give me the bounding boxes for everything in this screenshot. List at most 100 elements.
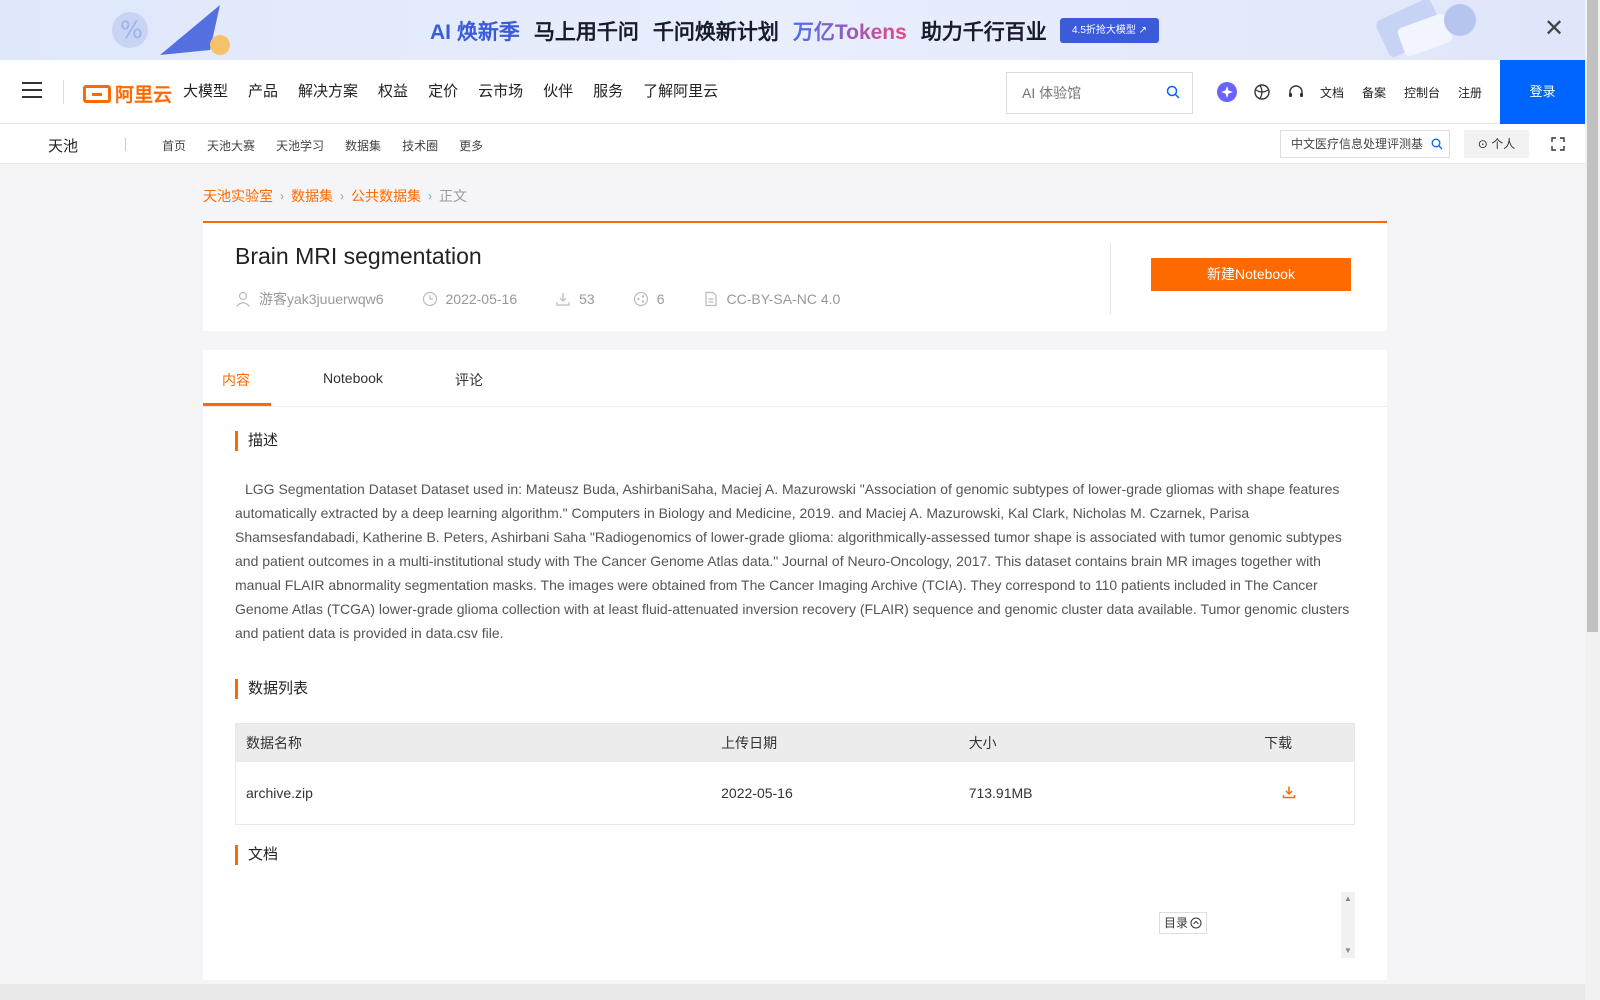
- nav-item-solutions[interactable]: 解决方案: [298, 82, 358, 102]
- active-tab-indicator: [203, 403, 271, 406]
- meta-shares: 6: [633, 291, 665, 307]
- login-button[interactable]: 登录: [1500, 60, 1585, 124]
- chevron-up-circle-icon: [1190, 917, 1202, 929]
- page-scrollbar-thumb[interactable]: [1587, 0, 1598, 632]
- toc-button[interactable]: 目录: [1159, 912, 1208, 934]
- search-icon[interactable]: [1166, 85, 1180, 99]
- tab-notebook[interactable]: Notebook: [323, 370, 383, 386]
- main-nav-items: 大模型 产品 解决方案 权益 定价 云市场 伙伴 服务 了解阿里云: [183, 82, 738, 102]
- new-notebook-button[interactable]: 新建Notebook: [1151, 258, 1351, 291]
- license-text: CC-BY-SA-NC 4.0: [726, 291, 841, 307]
- subnav-divider: [125, 138, 126, 151]
- fullscreen-icon[interactable]: [1551, 137, 1565, 151]
- scroll-down-arrow-icon[interactable]: ▼: [1344, 946, 1352, 955]
- headset-icon[interactable]: [1286, 82, 1306, 102]
- subnav-item-tech-circle[interactable]: 技术圈: [402, 137, 438, 154]
- upload-date: 2022-05-16: [445, 291, 518, 307]
- nav-item-services[interactable]: 服务: [593, 82, 623, 102]
- promo-ai-label: AI 焕新季: [430, 21, 520, 44]
- header-divider: [1110, 243, 1111, 315]
- content-tabs: 内容 Notebook 评论: [203, 350, 1387, 407]
- author-name: 游客yak3juuerwqw6: [259, 291, 384, 307]
- promo-cta-button[interactable]: 4.5折抢大模型 ↗: [1060, 18, 1160, 43]
- tab-comments[interactable]: 评论: [455, 370, 483, 390]
- globe-icon[interactable]: [1252, 82, 1272, 102]
- file-date: 2022-05-16: [721, 785, 793, 801]
- tab-content[interactable]: 内容: [222, 370, 250, 390]
- promo-part3: 万亿Tokens: [793, 16, 907, 46]
- nav-link-filing[interactable]: 备案: [1362, 84, 1386, 101]
- user-icon: [236, 291, 250, 307]
- logo-text: 阿里云: [115, 85, 173, 106]
- ai-assistant-icon[interactable]: [1217, 82, 1237, 102]
- nav-item-marketplace[interactable]: 云市场: [478, 82, 523, 102]
- doc-scrollbar[interactable]: ▲ ▼: [1341, 892, 1355, 958]
- subnav-item-datasets[interactable]: 数据集: [345, 137, 381, 154]
- nav-item-about[interactable]: 了解阿里云: [643, 82, 718, 102]
- menu-icon[interactable]: [22, 82, 42, 100]
- col-header-download: 下载: [1264, 735, 1293, 751]
- chevron-right-icon: ›: [428, 189, 432, 203]
- dataset-meta: 游客yak3juuerwqw6 2022-05-16 53 6 CC-BY-SA…: [235, 289, 878, 309]
- dataset-header: Brain MRI segmentation 游客yak3juuerwqw6 2…: [203, 221, 1387, 331]
- nav-item-partners[interactable]: 伙伴: [543, 82, 573, 102]
- download-icon[interactable]: [1282, 785, 1296, 799]
- nav-link-console[interactable]: 控制台: [1404, 84, 1440, 101]
- svg-text:%: %: [120, 16, 143, 44]
- nav-link-register[interactable]: 注册: [1458, 84, 1482, 101]
- close-icon[interactable]: ✕: [1542, 17, 1566, 41]
- nav-item-products[interactable]: 产品: [248, 82, 278, 102]
- promo-decoration-right: [1376, 0, 1476, 57]
- table-header: 数据名称 上传日期 大小 下载: [236, 724, 1354, 762]
- file-size: 713.91MB: [968, 785, 1033, 801]
- ai-search-input[interactable]: [1007, 73, 1157, 113]
- download-count-icon: [556, 293, 570, 306]
- toc-label: 目录: [1164, 916, 1189, 930]
- aliyun-logo[interactable]: 阿里云: [83, 80, 172, 107]
- file-name: archive.zip: [246, 785, 313, 801]
- subnav-item-learning[interactable]: 天池学习: [276, 137, 324, 154]
- nav-links: 文档 备案 控制台 注册: [1320, 84, 1482, 101]
- nav-item-pricing[interactable]: 定价: [428, 82, 458, 102]
- document-icon: [704, 291, 717, 307]
- promo-part2: 千问焕新计划: [652, 21, 779, 44]
- tianchi-subnav: 天池 首页 天池大赛 天池学习 数据集 技术圈 更多 中文医疗信息处理评测基 ⊙…: [0, 124, 1585, 164]
- tianchi-brand[interactable]: 天池: [48, 135, 78, 156]
- breadcrumb-datasets[interactable]: 数据集: [291, 186, 333, 206]
- nav-link-docs[interactable]: 文档: [1320, 84, 1344, 101]
- section-title-docs: 文档: [235, 845, 278, 865]
- user-icon: ⊙: [1477, 137, 1488, 151]
- table-row: archive.zip 2022-05-16 713.91MB: [236, 762, 1354, 824]
- personal-button[interactable]: ⊙ 个人: [1464, 130, 1529, 158]
- promo-banner[interactable]: % AI 焕新季 马上用千问 千问焕新计划 万亿Tokens 助力千行百业 4.…: [0, 0, 1585, 60]
- description-text: LGG Segmentation Dataset Dataset used in…: [235, 481, 1350, 641]
- logo-mark-icon: [83, 84, 111, 103]
- subnav-item-home[interactable]: 首页: [162, 137, 186, 154]
- promo-headline: AI 焕新季 马上用千问 千问焕新计划 万亿Tokens 助力千行百业: [430, 16, 1047, 46]
- subnav-search-input[interactable]: 中文医疗信息处理评测基: [1280, 130, 1450, 158]
- breadcrumb-lab[interactable]: 天池实验室: [203, 186, 273, 206]
- page-title: Brain MRI segmentation: [235, 243, 482, 269]
- promo-part4: 助力千行百业: [920, 21, 1047, 44]
- col-header-date: 上传日期: [721, 735, 778, 751]
- subnav-item-competitions[interactable]: 天池大赛: [207, 137, 255, 154]
- nav-item-benefits[interactable]: 权益: [378, 82, 408, 102]
- promo-part1: 马上用千问: [533, 21, 639, 44]
- scroll-up-arrow-icon[interactable]: ▲: [1344, 894, 1352, 903]
- subnav-item-more[interactable]: 更多: [459, 137, 483, 154]
- search-icon[interactable]: [1431, 138, 1443, 150]
- share-count: 6: [656, 291, 665, 307]
- breadcrumb-current: 正文: [439, 188, 467, 204]
- promo-decoration-left: %: [112, 5, 230, 55]
- documentation-area: 目录 ▲ ▼: [235, 892, 1355, 958]
- dataset-content: 描述 LGG Segmentation Dataset Dataset used…: [203, 407, 1387, 980]
- personal-label: 个人: [1491, 137, 1516, 151]
- breadcrumb-public-datasets[interactable]: 公共数据集: [351, 186, 421, 206]
- breadcrumb: 天池实验室 › 数据集 › 公共数据集 › 正文: [203, 186, 467, 206]
- nav-item-models[interactable]: 大模型: [183, 82, 228, 102]
- data-list-table: 数据名称 上传日期 大小 下载 archive.zip 2022-05-16 7…: [235, 723, 1355, 825]
- clock-icon: [422, 291, 437, 307]
- meta-date: 2022-05-16: [422, 291, 518, 307]
- page-scrollbar[interactable]: [1585, 0, 1600, 1000]
- subnav-search-value: 中文医疗信息处理评测基: [1291, 137, 1424, 151]
